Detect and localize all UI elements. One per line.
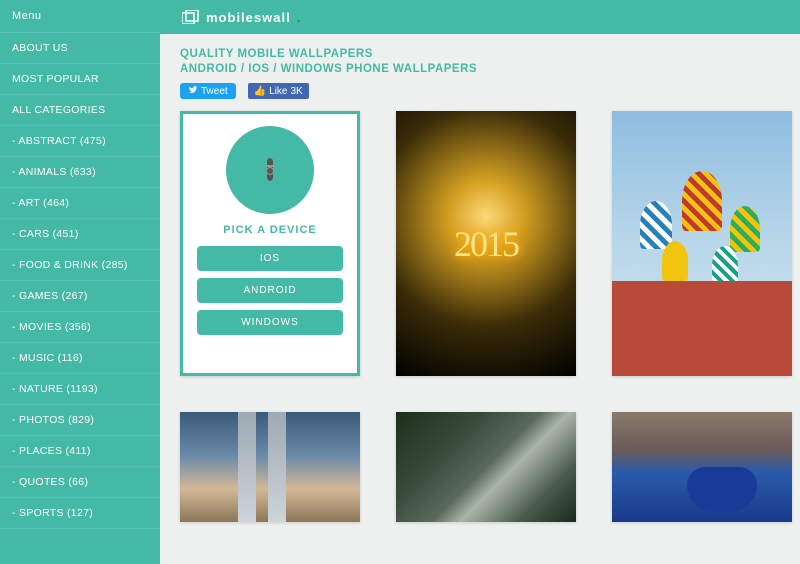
sidebar-item-abstract[interactable]: - ABSTRACT (475) [0,126,160,157]
sidebar: Menu ABOUT US MOST POPULAR ALL CATEGORIE… [0,0,160,564]
phone-icon [267,161,273,179]
fb-like-button[interactable]: 👍 Like 3K [248,83,309,99]
device-btn-ios[interactable]: IOS [197,246,343,271]
sidebar-item-photos[interactable]: - PHOTOS (829) [0,405,160,436]
wallpaper-thumb-fireworks-2015[interactable] [396,111,576,376]
page-title-line1: QUALITY MOBILE WALLPAPERS [180,48,780,60]
pick-a-device-label: PICK A DEVICE [223,224,316,236]
sidebar-item-games[interactable]: - GAMES (267) [0,281,160,312]
logo-icon [182,10,200,24]
logo-dot: . [297,10,302,25]
logo[interactable]: mobileswall . [182,10,301,25]
social-row: Tweet 👍 Like 3K [180,83,780,99]
sidebar-item-nature[interactable]: - NATURE (1193) [0,374,160,405]
tweet-label: Tweet [201,86,228,97]
device-btn-android[interactable]: ANDROID [197,278,343,303]
sidebar-item-sports[interactable]: - SPORTS (127) [0,498,160,529]
sidebar-item-cars[interactable]: - CARS (451) [0,219,160,250]
wallpaper-thumb-waterfall[interactable] [396,412,576,522]
topbar: mobileswall . [160,0,800,34]
wallpaper-thumb-cathedral[interactable] [612,111,792,376]
wallpaper-grid: PICK A DEVICE IOS ANDROID WINDOWS [180,111,780,522]
logo-text: mobileswall [206,10,291,25]
wallpaper-thumb-twin-towers[interactable] [180,412,360,522]
sidebar-item-places[interactable]: - PLACES (411) [0,436,160,467]
tweet-button[interactable]: Tweet [180,83,236,99]
thumb-up-icon: 👍 [254,86,266,97]
twitter-icon [188,85,198,97]
fb-like-label: Like [269,86,287,97]
device-picker-card: PICK A DEVICE IOS ANDROID WINDOWS [180,111,360,376]
sidebar-item-about[interactable]: ABOUT US [0,33,160,64]
content: QUALITY MOBILE WALLPAPERS ANDROID / IOS … [160,34,800,522]
menu-header: Menu [0,0,160,33]
fb-like-count: 3K [291,86,303,97]
device-btn-windows[interactable]: WINDOWS [197,310,343,335]
sidebar-item-art[interactable]: - ART (464) [0,188,160,219]
sidebar-item-food-drink[interactable]: - FOOD & DRINK (285) [0,250,160,281]
device-circle [226,126,314,214]
sidebar-item-most-popular[interactable]: MOST POPULAR [0,64,160,95]
sidebar-item-music[interactable]: - MUSIC (116) [0,343,160,374]
sidebar-item-animals[interactable]: - ANIMALS (633) [0,157,160,188]
sidebar-item-quotes[interactable]: - QUOTES (66) [0,467,160,498]
main-area: mobileswall . QUALITY MOBILE WALLPAPERS … [160,0,800,564]
page-title-line2: ANDROID / IOS / WINDOWS PHONE WALLPAPERS [180,63,780,75]
sidebar-item-movies[interactable]: - MOVIES (356) [0,312,160,343]
wallpaper-thumb-game-controller[interactable] [612,412,792,522]
sidebar-item-all-categories[interactable]: ALL CATEGORIES [0,95,160,126]
